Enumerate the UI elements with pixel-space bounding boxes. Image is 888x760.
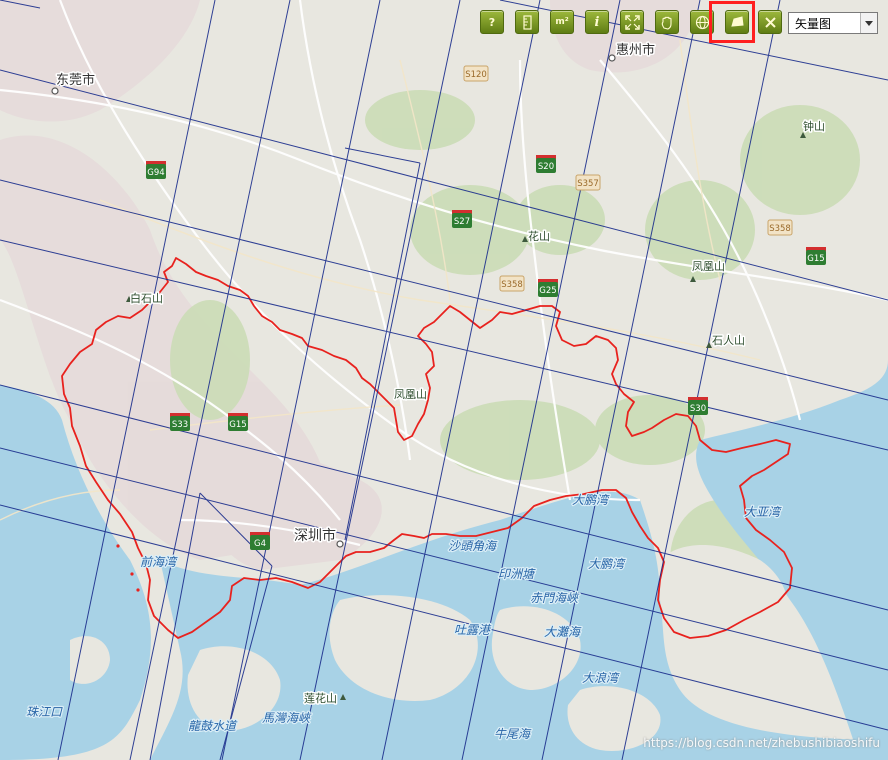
label-city-dongguan: 东莞市 <box>56 72 95 88</box>
label-water-mawanhaixia: 馬灣海峽 <box>262 711 312 725</box>
highway-shield-label: S20 <box>538 162 554 172</box>
label-mountain-zhongshan: 钟山 <box>803 119 825 133</box>
help-button[interactable]: ? <box>480 10 504 34</box>
label-mountain-shirenshan: 石人山 <box>712 334 745 347</box>
area-icon: m² <box>555 17 569 27</box>
highway-shield-label: S33 <box>172 420 188 430</box>
highway-shield-label: S27 <box>454 217 470 227</box>
clear-button[interactable] <box>758 10 782 34</box>
map-type-select[interactable]: 矢量图 <box>788 12 878 34</box>
city-marker-shenzhen <box>336 540 344 548</box>
highway-shield-label: G15 <box>229 420 246 430</box>
map-type-select-value: 矢量图 <box>795 16 832 31</box>
highway-shield: G15 <box>806 247 826 265</box>
highway-shield: S120 <box>463 65 489 82</box>
label-mountain-lianhuashan: 莲花山 <box>304 692 337 705</box>
label-mountain-huashan: 花山 <box>528 230 550 243</box>
label-water-chimenhaixia: 赤門海峽 <box>530 591 580 605</box>
highway-shield: S27 <box>452 210 472 228</box>
label-mountain-fenghuangshan-east: 凤凰山 <box>692 260 725 273</box>
label-city-huizhou: 惠州市 <box>616 42 655 58</box>
full-extent-button[interactable] <box>620 10 644 34</box>
highway-shield-label: S30 <box>690 404 706 414</box>
pan-button[interactable] <box>655 10 679 34</box>
highway-shield: G94 <box>146 161 166 179</box>
question-icon: ? <box>488 15 496 29</box>
highway-shield-label: S358 <box>769 224 791 234</box>
highway-shield: S357 <box>575 174 601 191</box>
chevron-down-icon[interactable] <box>860 13 877 33</box>
highlight-box <box>709 1 755 43</box>
info-button[interactable]: i <box>585 10 609 34</box>
label-water-dalangwan: 大浪湾 <box>582 671 620 685</box>
label-mountain-baishishan: 白石山 <box>130 291 163 305</box>
label-water-yinzhoutang: 印洲塘 <box>498 567 536 581</box>
highway-shield-label: G25 <box>539 286 556 296</box>
city-marker-dongguan <box>51 87 59 95</box>
label-water-dapengwan-north: 大鹏湾 <box>572 493 610 507</box>
highway-shield: S20 <box>536 155 556 173</box>
city-marker-huizhou <box>608 54 616 62</box>
label-water-shatoujiaohai: 沙頭角海 <box>448 539 498 553</box>
label-water-dayawan: 大亚湾 <box>744 505 782 519</box>
map-canvas[interactable]: G94 S20 S27 G25 G15 S30 S33 G15 G4 S120 S357 S358 S3… <box>0 0 888 760</box>
highway-shield: G15 <box>228 413 248 431</box>
highway-shield: G25 <box>538 279 558 297</box>
highway-shield-label: S357 <box>577 179 599 189</box>
label-water-zhujiangkou: 珠江口 <box>26 705 63 719</box>
label-water-datanhai: 大灘海 <box>544 625 582 639</box>
ruler-icon <box>522 14 532 30</box>
highway-shield-label: G4 <box>254 539 266 549</box>
globe-icon <box>695 15 709 29</box>
watermark: https://blog.csdn.net/zhebushibiaoshifu <box>643 736 880 750</box>
highway-shield-label: S358 <box>501 280 523 290</box>
label-water-qianhaiwan: 前海湾 <box>140 555 178 569</box>
highway-shield: S33 <box>170 413 190 431</box>
hand-icon <box>661 16 672 30</box>
highway-shield: S358 <box>499 275 525 292</box>
measure-area-button[interactable]: m² <box>550 10 574 34</box>
label-city-shenzhen: 深圳市 <box>294 527 336 544</box>
label-water-niuweihai: 牛尾海 <box>494 727 532 741</box>
measure-distance-button[interactable] <box>515 10 539 34</box>
label-water-dapengwan-south: 大鹏湾 <box>588 557 626 571</box>
expand-icon <box>624 14 640 30</box>
highway-shield-label: G94 <box>147 168 164 178</box>
highway-shield: G4 <box>250 532 270 550</box>
highway-shield-label: S120 <box>465 70 487 80</box>
label-mountain-fenghuangshan-west: 凤凰山 <box>394 388 427 401</box>
close-icon <box>764 16 776 28</box>
info-icon: i <box>594 14 600 30</box>
highway-shield: S358 <box>767 219 793 236</box>
label-water-longgushuidao: 龍鼓水道 <box>188 719 238 733</box>
highway-shield: S30 <box>688 397 708 415</box>
label-water-tuluogang: 吐露港 <box>454 623 492 637</box>
highway-shield-label: G15 <box>807 254 824 264</box>
